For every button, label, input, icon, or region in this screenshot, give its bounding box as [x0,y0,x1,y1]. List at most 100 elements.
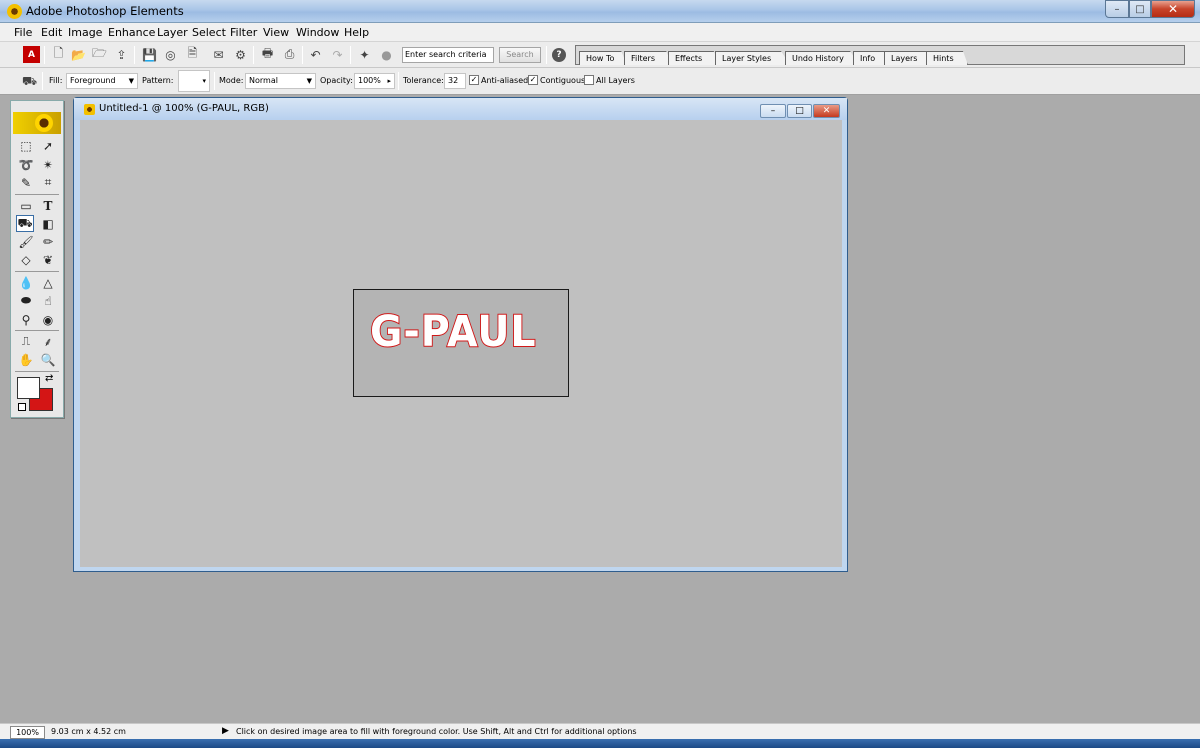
search-input[interactable]: Enter search criteria [402,47,494,63]
smudge-tool-icon[interactable]: ☝ [39,292,57,309]
taskbar [0,739,1200,748]
document-minimize-button[interactable]: – [760,104,786,118]
menu-file[interactable]: File [14,26,32,39]
sponge-tool-icon[interactable]: ⬬ [17,292,35,309]
print-preview-icon[interactable]: ⎙ [281,46,298,63]
adobe-logo-icon[interactable]: A [23,46,40,63]
separator [15,330,59,331]
document-close-button[interactable]: ✕ [813,104,840,118]
paint-bucket-icon: ⛟ [21,73,38,88]
separator [302,46,303,64]
menu-filter[interactable]: Filter [230,26,257,39]
selection-brush-tool-icon[interactable]: ✎ [17,174,35,191]
search-button[interactable]: Search [499,47,541,63]
step-backward-icon[interactable]: ↶ [307,46,324,63]
tolerance-field[interactable]: 32 [444,73,466,89]
eraser-tool-icon[interactable]: ◇ [17,251,35,268]
blur-tool-icon[interactable]: 💧 [17,274,35,291]
save-for-web-icon[interactable]: ◎ [162,46,179,63]
crop-tool-icon[interactable]: ⌗ [39,174,57,191]
opacity-field[interactable]: 100% ▸ [354,73,395,89]
all-layers-label: All Layers [596,76,635,85]
tab-how-to[interactable]: How To [579,51,627,65]
online-services-icon[interactable]: ● [378,46,395,63]
open-file-icon[interactable]: 📂 [70,46,87,63]
contiguous-checkbox[interactable]: ✓ [528,75,538,85]
lasso-tool-icon[interactable]: ➰ [17,156,35,173]
menu-select[interactable]: Select [192,26,226,39]
document-size: 9.03 cm x 4.52 cm [51,727,126,736]
separator [546,46,547,64]
opacity-label: Opacity: [320,76,353,85]
sharpen-tool-icon[interactable]: △ [39,274,57,291]
menu-window[interactable]: Window [296,26,339,39]
menu-enhance[interactable]: Enhance [108,26,155,39]
minimize-button[interactable]: – [1105,0,1129,18]
menu-bar: File Edit Image Enhance Layer Select Fil… [0,23,1200,42]
web-photo-gallery-icon[interactable]: ⚙ [232,46,249,63]
clone-stamp-tool-icon[interactable]: ⎍ [17,333,35,350]
red-eye-tool-icon[interactable]: ◉ [39,311,57,328]
tab-undo-history[interactable]: Undo History [785,51,859,65]
menu-edit[interactable]: Edit [41,26,62,39]
impressionist-brush-tool-icon[interactable]: ❦ [39,251,57,268]
anti-aliased-checkbox[interactable]: ✓ [469,75,479,85]
separator [134,46,135,64]
anti-aliased-label: Anti-aliased [481,76,529,85]
tab-layer-styles[interactable]: Layer Styles [715,51,790,65]
save-icon[interactable]: 💾 [141,46,158,63]
status-bar: 100% 9.03 cm x 4.52 cm ▶ Click on desire… [0,723,1200,739]
menu-layer[interactable]: Layer [157,26,188,39]
chevron-right-icon[interactable]: ▸ [387,74,391,88]
maximize-button[interactable]: □ [1129,0,1151,18]
pdf-icon[interactable]: 🗎 [184,46,201,63]
paint-bucket-tool-icon[interactable]: ⛟ [16,215,34,232]
tab-effects[interactable]: Effects [668,51,720,65]
tab-hints[interactable]: Hints [926,51,968,65]
pencil-tool-icon[interactable]: ✏ [39,233,57,250]
menu-help[interactable]: Help [344,26,369,39]
hand-tool-icon[interactable]: ✋ [17,351,35,368]
magic-wand-tool-icon[interactable]: ✴ [39,156,57,173]
zoom-tool-icon[interactable]: 🔍 [39,351,57,368]
dodge-tool-icon[interactable]: ⚲ [17,311,35,328]
document-maximize-button[interactable]: □ [787,104,812,118]
separator [44,46,45,64]
new-file-icon[interactable]: 🗋 [50,46,67,63]
swap-colors-icon[interactable]: ⇄ [45,373,53,384]
photoshop-elements-icon [7,4,22,19]
separator [350,46,351,64]
play-arrow-icon[interactable]: ▶ [222,726,229,736]
menu-image[interactable]: Image [68,26,102,39]
step-forward-icon[interactable]: ↷ [329,46,346,63]
options-bar: ⛟ Fill: Foreground ▼ Pattern: ▾ Mode: Nor… [0,68,1200,95]
image-area[interactable]: G-PAUL [353,289,569,397]
default-colors-icon[interactable] [18,403,26,411]
import-icon[interactable]: ⇪ [113,46,130,63]
eyedropper-tool-icon[interactable]: ⸙ [39,333,57,350]
foreground-color-swatch[interactable] [17,377,40,399]
toolbox-header [13,112,61,134]
print-icon[interactable]: 🖶 [259,46,276,63]
browse-icon[interactable]: 🗁 [91,46,108,63]
close-button[interactable]: ✕ [1151,0,1195,18]
help-icon[interactable]: ? [552,48,566,62]
move-tool-icon[interactable]: ➚ [39,137,57,154]
shape-tool-icon[interactable]: ▭ [17,197,35,214]
document-title-bar[interactable]: Untitled-1 @ 100% (G-PAUL, RGB) – □ ✕ [74,98,847,120]
all-layers-checkbox[interactable] [584,75,594,85]
tab-filters[interactable]: Filters [624,51,672,65]
type-tool-icon[interactable]: T [39,197,57,214]
separator [15,271,59,272]
email-icon[interactable]: ✉ [210,46,227,63]
marquee-tool-icon[interactable]: ⬚ [17,137,35,154]
tab-layers[interactable]: Layers [884,51,932,65]
pattern-picker[interactable]: ▾ [178,70,210,92]
menu-view[interactable]: View [263,26,289,39]
gradient-tool-icon[interactable]: ◧ [39,215,57,232]
mode-select[interactable]: Normal ▼ [245,73,316,89]
fill-select[interactable]: Foreground ▼ [66,73,138,89]
zoom-field[interactable]: 100% [10,726,45,739]
brush-tool-icon[interactable]: 🖌 [17,233,35,250]
quick-fix-icon[interactable]: ✦ [356,46,373,63]
